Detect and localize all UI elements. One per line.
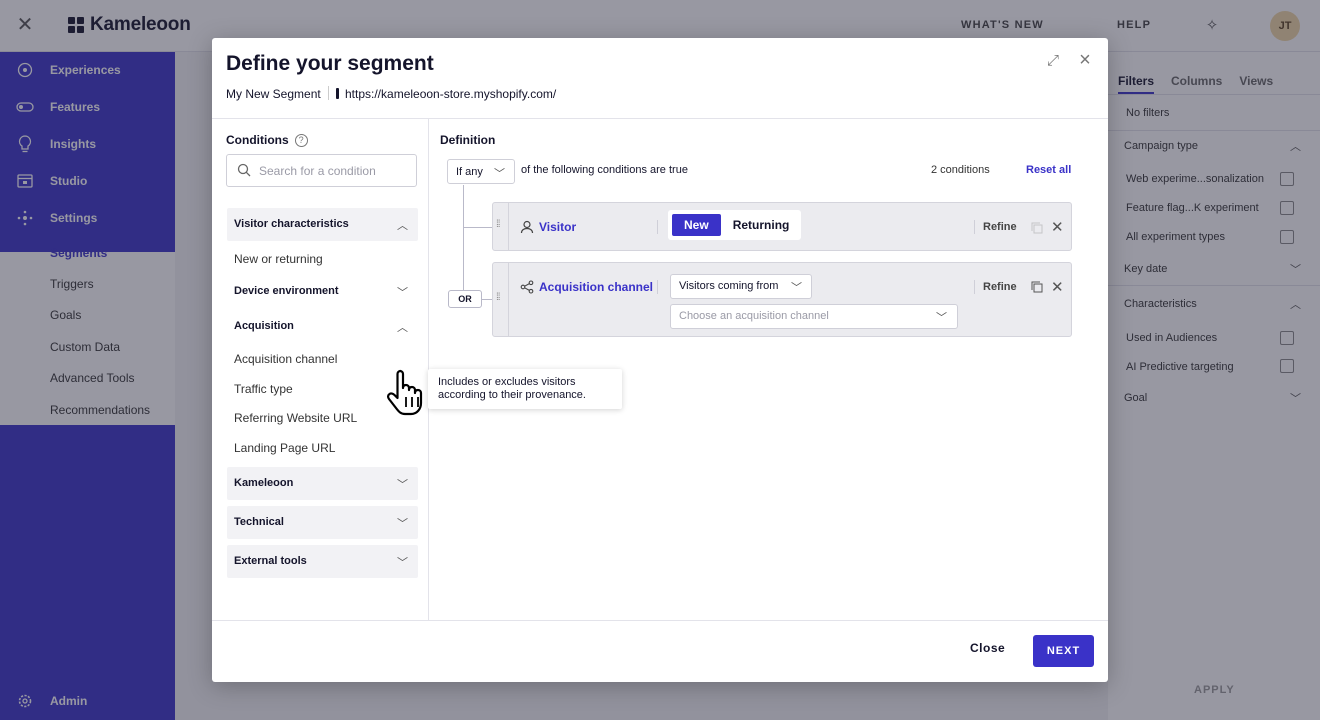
next-button[interactable]: NEXT [1033,635,1094,667]
tree-line [482,299,492,300]
category-label: Kameleoon [234,477,294,489]
divider [657,220,658,234]
or-badge[interactable]: OR [448,290,482,308]
segment-name[interactable]: My New Segment [226,87,321,101]
help-icon[interactable]: ? [294,133,308,147]
condition-item-landing-page-url[interactable]: Landing Page URL [234,441,335,455]
chevron-down-icon: ﹀ [397,518,408,530]
acquisition-channel-select[interactable]: Choose an acquisition channel ﹀ [670,304,958,329]
chevron-down-icon: ﹀ [791,282,802,294]
hand-cursor-icon [387,369,423,416]
category-visitor-characteristics[interactable]: Visitor characteristics ︿ [227,208,418,241]
category-technical[interactable]: Technical ﹀ [227,506,418,539]
drag-handle-icon[interactable]: ⁞⁞ [496,220,506,236]
divider [328,86,329,100]
chevron-down-icon: ﹀ [936,312,947,324]
toggle-option-new[interactable]: New [672,214,721,236]
condition-card-visitor: ⁞⁞ Visitor New Returning Refine ✕ [492,202,1072,251]
definition-title: Definition [440,133,496,147]
visitors-coming-from-select[interactable]: Visitors coming from ﹀ [670,274,812,299]
condition-name[interactable]: Acquisition channel [539,280,653,294]
search-icon [237,163,251,177]
toggle-option-returning[interactable]: Returning [721,214,802,236]
user-icon [520,220,534,234]
operator-value: If any [456,166,483,178]
conditions-heading: Conditions ? [226,133,308,147]
divider [974,280,975,294]
condition-name[interactable]: Visitor [539,220,576,234]
tooltip-text: Includes or excludes visitors [438,376,576,388]
remove-condition-icon[interactable]: ✕ [1051,220,1064,235]
copy-icon[interactable] [1031,222,1043,234]
define-segment-modal: Define your segment ⤢ × My New Segment h… [212,38,1108,682]
category-device-environment[interactable]: Device environment ﹀ [227,276,418,306]
new-returning-toggle: New Returning [668,210,801,240]
divider [657,280,658,294]
divider [508,263,509,336]
chevron-down-icon: ﹀ [397,479,408,491]
condition-item-traffic-type[interactable]: Traffic type [234,382,293,396]
url-marker-icon [336,88,339,99]
close-icon[interactable]: × [1076,50,1094,70]
divider [974,220,975,234]
category-label: Acquisition [234,320,294,332]
divider [212,118,1108,119]
category-external-tools[interactable]: External tools ﹀ [227,545,418,578]
remove-condition-icon[interactable]: ✕ [1051,280,1064,295]
divider [212,620,1108,621]
search-input[interactable] [259,161,409,181]
category-label: Visitor characteristics [234,218,349,230]
share-icon [520,280,534,294]
tree-line [463,227,492,228]
category-label: External tools [234,555,307,567]
chevron-down-icon: ﹀ [397,557,408,569]
condition-item-new-or-returning[interactable]: New or returning [234,252,323,266]
tree-line [463,185,464,299]
condition-card-acquisition-channel: ⁞⁞ Acquisition channel Visitors coming f… [492,262,1072,337]
copy-icon[interactable] [1031,281,1043,293]
reset-all-link[interactable]: Reset all [1026,164,1071,176]
condition-item-referring-website-url[interactable]: Referring Website URL [234,411,357,425]
category-acquisition[interactable]: Acquisition ︿ [227,311,418,341]
operator-select[interactable]: If any ﹀ [447,159,515,184]
chevron-up-icon: ︿ [397,322,408,334]
close-button[interactable]: Close [970,641,1005,655]
site-url: https://kameleoon-store.myshopify.com/ [345,87,557,101]
conditions-count: 2 conditions [931,164,990,176]
chevron-up-icon: ︿ [397,220,408,232]
chevron-down-icon: ﹀ [494,168,505,180]
category-label: Device environment [234,285,339,297]
drag-handle-icon[interactable]: ⁞⁞ [496,293,506,309]
modal-title: Define your segment [226,52,434,75]
refine-button[interactable]: Refine [983,281,1017,293]
condition-tooltip: Includes or excludes visitors according … [428,369,622,409]
refine-button[interactable]: Refine [983,221,1017,233]
divider [508,203,509,250]
operator-suffix: of the following conditions are true [521,164,688,176]
chevron-down-icon: ﹀ [397,287,408,299]
select-value: Visitors coming from [679,280,779,292]
condition-item-acquisition-channel[interactable]: Acquisition channel [234,352,337,366]
select-placeholder: Choose an acquisition channel [679,310,829,322]
category-label: Technical [234,516,284,528]
conditions-title: Conditions [226,133,289,147]
category-kameleoon[interactable]: Kameleoon ﹀ [227,467,418,500]
expand-icon[interactable]: ⤢ [1044,52,1062,70]
tooltip-text: according to their provenance. [438,389,586,401]
condition-search [226,154,417,187]
